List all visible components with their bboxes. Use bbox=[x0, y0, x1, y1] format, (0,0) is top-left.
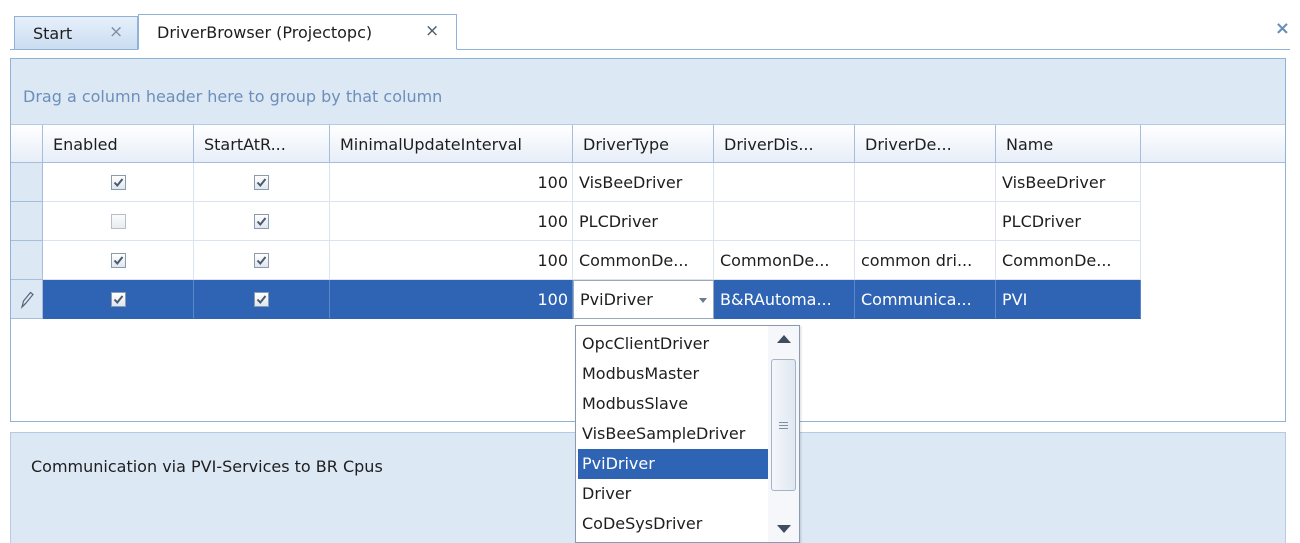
row-selector[interactable] bbox=[11, 163, 43, 202]
row-selector[interactable] bbox=[11, 202, 43, 241]
group-by-panel[interactable]: Drag a column header here to group by th… bbox=[11, 59, 1285, 125]
cell-driver-display[interactable]: B&RAutoma... bbox=[714, 280, 855, 319]
enabled-checkbox[interactable] bbox=[110, 291, 126, 307]
scroll-up-button[interactable] bbox=[768, 326, 799, 352]
cell-start-at-runtime[interactable] bbox=[194, 163, 330, 202]
close-icon[interactable]: × bbox=[109, 24, 123, 41]
cell-driver-display[interactable] bbox=[714, 202, 855, 241]
group-by-hint: Drag a column header here to group by th… bbox=[23, 87, 443, 106]
column-header-start-at-runtime[interactable]: StartAtR... bbox=[194, 125, 330, 163]
tab-start-label: Start bbox=[33, 24, 73, 43]
cell-driver-description[interactable] bbox=[855, 163, 996, 202]
cell-enabled[interactable] bbox=[43, 163, 194, 202]
cell-enabled[interactable] bbox=[43, 241, 194, 280]
cell-driver-type[interactable]: CommonDe... bbox=[573, 241, 714, 280]
arrow-down-icon bbox=[776, 525, 791, 533]
close-icon[interactable]: × bbox=[425, 23, 439, 40]
driver-type-combobox[interactable]: PviDriver bbox=[573, 280, 714, 319]
dropdown-option[interactable]: OpcClientDriver bbox=[578, 329, 768, 359]
dropdown-option[interactable]: ModbusSlave bbox=[578, 389, 768, 419]
dropdown-option[interactable]: Driver bbox=[578, 479, 768, 509]
close-icon[interactable]: × bbox=[1275, 20, 1290, 38]
tab-driver-browser[interactable]: DriverBrowser (Projectopc) × bbox=[138, 14, 457, 50]
tab-driver-browser-label: DriverBrowser (Projectopc) bbox=[157, 22, 373, 42]
dropdown-option[interactable]: ModbusMaster bbox=[578, 359, 768, 389]
cell-start-at-runtime[interactable] bbox=[194, 280, 330, 319]
start-at-runtime-checkbox[interactable] bbox=[254, 174, 269, 190]
table-row-selected[interactable]: 100 PviDriver B&RAutoma... Communica... … bbox=[11, 280, 1141, 319]
cell-driver-display[interactable]: CommonDe... bbox=[714, 241, 855, 280]
driver-type-combobox-value: PviDriver bbox=[580, 290, 653, 309]
cell-name[interactable]: PLCDriver bbox=[996, 202, 1141, 241]
table-row[interactable]: 100 CommonDe... CommonDe... common dri..… bbox=[11, 241, 1141, 280]
document-tab-strip: Start × DriverBrowser (Projectopc) × × bbox=[0, 0, 1300, 50]
enabled-checkbox[interactable] bbox=[110, 174, 126, 190]
enabled-checkbox[interactable] bbox=[110, 252, 126, 268]
tab-start[interactable]: Start × bbox=[14, 16, 138, 50]
cell-start-at-runtime[interactable] bbox=[194, 202, 330, 241]
row-selector[interactable] bbox=[11, 280, 43, 319]
table-row[interactable]: 100 VisBeeDriver VisBeeDriver bbox=[11, 163, 1141, 202]
checkmark-icon bbox=[256, 255, 267, 265]
cell-driver-description[interactable]: Communica... bbox=[855, 280, 996, 319]
column-header-filler bbox=[1141, 125, 1285, 163]
cell-minimal-update-interval[interactable]: 100 bbox=[330, 202, 573, 241]
column-header-row: Enabled StartAtR... MinimalUpdateInterva… bbox=[11, 125, 1285, 163]
checkmark-icon bbox=[113, 255, 123, 265]
cell-name[interactable]: CommonDe... bbox=[996, 241, 1141, 280]
checkmark-icon bbox=[256, 294, 267, 304]
checkmark-icon bbox=[113, 294, 123, 304]
column-header-enabled[interactable]: Enabled bbox=[43, 125, 194, 163]
driver-description-text: Communication via PVI-Services to BR Cpu… bbox=[31, 457, 383, 476]
cell-name[interactable]: PVI bbox=[996, 280, 1141, 319]
start-at-runtime-checkbox[interactable] bbox=[254, 252, 269, 268]
dropdown-option[interactable]: VisBeeSampleDriver bbox=[578, 419, 768, 449]
dropdown-option-selected[interactable]: PviDriver bbox=[578, 449, 768, 479]
arrow-up-icon bbox=[776, 335, 791, 343]
grip-icon bbox=[779, 421, 788, 429]
column-header-driver-display[interactable]: DriverDis... bbox=[714, 125, 855, 163]
cell-driver-description[interactable]: common dri... bbox=[855, 241, 996, 280]
cell-name[interactable]: VisBeeDriver bbox=[996, 163, 1141, 202]
cell-minimal-update-interval[interactable]: 100 bbox=[330, 280, 573, 319]
chevron-down-icon[interactable] bbox=[699, 298, 707, 303]
checkmark-icon bbox=[113, 177, 123, 187]
row-selector[interactable] bbox=[11, 241, 43, 280]
cell-driver-display[interactable] bbox=[714, 163, 855, 202]
cell-minimal-update-interval[interactable]: 100 bbox=[330, 163, 573, 202]
pencil-icon bbox=[20, 291, 34, 309]
start-at-runtime-checkbox[interactable] bbox=[254, 291, 269, 307]
header-row-selector bbox=[11, 125, 43, 163]
enabled-checkbox[interactable] bbox=[110, 213, 126, 229]
cell-enabled[interactable] bbox=[43, 202, 194, 241]
column-header-driver-type[interactable]: DriverType bbox=[573, 125, 714, 163]
column-header-driver-description[interactable]: DriverDe... bbox=[855, 125, 996, 163]
cell-enabled[interactable] bbox=[43, 280, 194, 319]
start-at-runtime-checkbox[interactable] bbox=[254, 213, 269, 229]
cell-driver-type[interactable]: VisBeeDriver bbox=[573, 163, 714, 202]
cell-start-at-runtime[interactable] bbox=[194, 241, 330, 280]
cell-driver-description[interactable] bbox=[855, 202, 996, 241]
cell-driver-type[interactable]: PLCDriver bbox=[573, 202, 714, 241]
scroll-down-button[interactable] bbox=[768, 516, 799, 542]
checkmark-icon bbox=[256, 177, 267, 187]
checkmark-icon bbox=[256, 216, 267, 226]
scrollbar-thumb[interactable] bbox=[771, 359, 796, 491]
table-row[interactable]: 100 PLCDriver PLCDriver bbox=[11, 202, 1141, 241]
dropdown-scrollbar[interactable] bbox=[768, 326, 799, 542]
column-header-name[interactable]: Name bbox=[996, 125, 1141, 163]
dropdown-option[interactable]: CoDeSysDriver bbox=[578, 509, 768, 539]
cell-minimal-update-interval[interactable]: 100 bbox=[330, 241, 573, 280]
column-header-minimal-update-interval[interactable]: MinimalUpdateInterval bbox=[330, 125, 573, 163]
driver-type-dropdown-list[interactable]: OpcClientDriver ModbusMaster ModbusSlave… bbox=[575, 325, 800, 543]
